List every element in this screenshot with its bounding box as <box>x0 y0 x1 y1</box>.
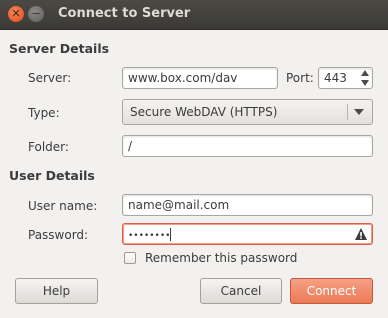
warning-icon <box>355 228 367 240</box>
password-input[interactable]: •••••••• <box>122 223 373 245</box>
cancel-button[interactable]: Cancel <box>200 278 282 304</box>
type-label: Type: <box>28 106 60 120</box>
minimize-icon[interactable]: − <box>28 6 44 22</box>
server-details-heading: Server Details <box>9 41 110 56</box>
remember-password-checkbox[interactable] <box>124 252 136 264</box>
folder-label: Folder: <box>28 140 69 154</box>
server-input[interactable]: www.box.com/dav <box>122 67 278 89</box>
port-label: Port: <box>286 71 314 85</box>
text-cursor <box>170 228 172 241</box>
user-details-heading: User Details <box>9 168 95 183</box>
chevron-down-icon <box>354 109 364 115</box>
spinner-arrows[interactable] <box>361 70 369 86</box>
title-bar: ✕ − Connect to Server <box>0 0 388 30</box>
connect-to-server-dialog: ✕ − Connect to Server Server Details Ser… <box>0 0 388 318</box>
port-value: 443 <box>324 71 347 85</box>
spin-up-icon[interactable] <box>361 70 369 76</box>
combo-separator <box>347 104 348 120</box>
close-icon[interactable]: ✕ <box>8 6 24 22</box>
username-input[interactable]: name@mail.com <box>122 194 373 216</box>
remember-password-label[interactable]: Remember this password <box>145 251 297 265</box>
spin-down-icon[interactable] <box>361 80 369 86</box>
password-label: Password: <box>28 228 89 242</box>
window-title: Connect to Server <box>58 6 191 21</box>
username-label: User name: <box>28 199 98 213</box>
help-button[interactable]: Help <box>15 278 98 304</box>
type-combobox[interactable]: Secure WebDAV (HTTPS) <box>122 99 373 125</box>
server-label: Server: <box>28 71 72 85</box>
type-selected-value: Secure WebDAV (HTTPS) <box>130 105 278 119</box>
connect-button[interactable]: Connect <box>290 278 373 304</box>
port-spinner[interactable]: 443 <box>318 67 373 89</box>
password-value: •••••••• <box>128 231 171 241</box>
folder-input[interactable]: / <box>122 135 373 157</box>
